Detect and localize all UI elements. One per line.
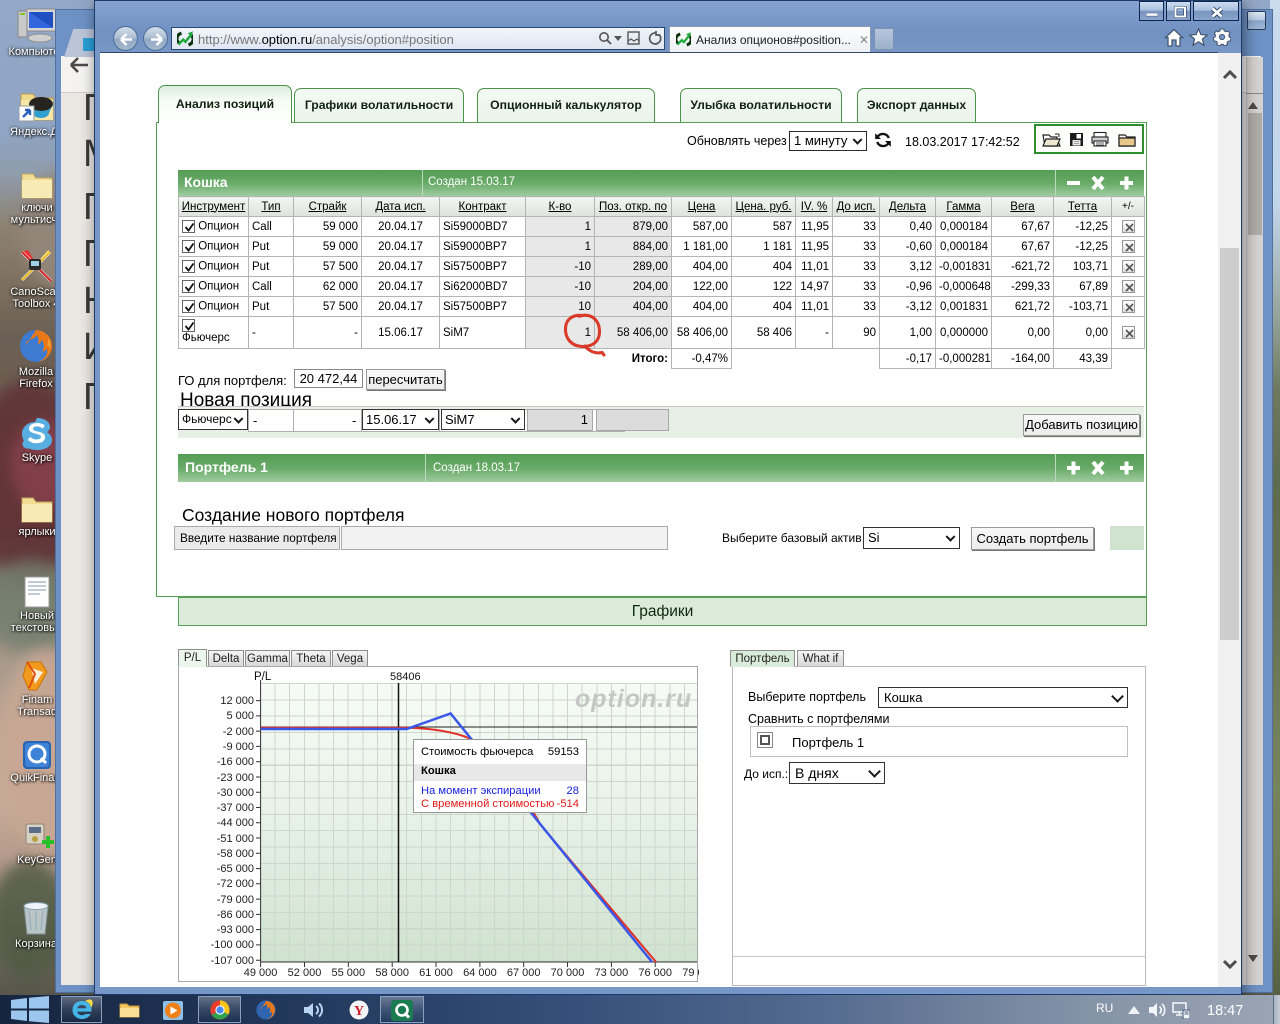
svg-text:Y: Y — [354, 1004, 364, 1019]
